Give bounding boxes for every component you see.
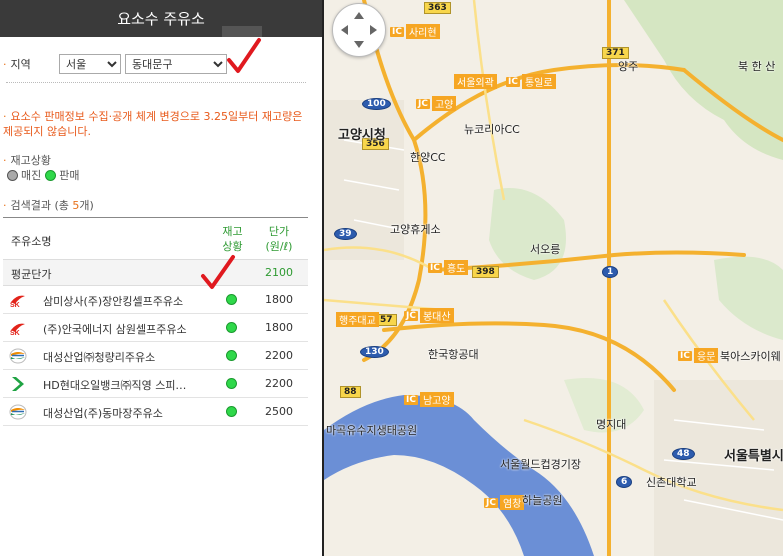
avg-label: 평균단가 [11, 268, 52, 281]
fuel-station-panel: 요소수 주유소 · 지역 서울 동대문구 · 요소수 판매정보 수집·공개 체계 변… [0, 0, 324, 556]
map-pan-control[interactable] [332, 3, 386, 57]
jc-eunpyeong: IC 응문 [678, 348, 719, 363]
panel-title: 요소수 주유소 [117, 10, 205, 28]
station-name[interactable]: HD현대오일뱅크㈜직영 스피… [43, 377, 203, 393]
route-57-shield: 57 [376, 314, 397, 326]
average-price-row: 평균단가 2100 [3, 260, 308, 286]
map-label-worldcup: 서울월드컵경기장 [500, 458, 581, 471]
region-filter: · 지역 서울 동대문구 [0, 53, 227, 75]
map-label-newkorea-cc: 뉴코리아CC [464, 123, 520, 136]
station-price: 2200 [265, 377, 293, 390]
result-count-label: · 검색결과 (총 5개) [3, 199, 94, 212]
onsale-status-icon [226, 406, 240, 420]
table-row[interactable]: 대성산업(주)동마장주유소 2500 [3, 398, 308, 426]
stock-legend: 매진 판매 [7, 167, 84, 183]
map-label-korea-aero: 한국항공대 [428, 348, 479, 361]
gs-logo-icon [9, 404, 27, 420]
jc-heungdo: IC 흥도 [428, 260, 469, 275]
panel-header-tab [222, 26, 262, 37]
legend-onsale: 판매 [59, 169, 80, 182]
route-100-shield: 100 [362, 98, 391, 110]
jc-bongdaesan: JC 봉대산 [404, 308, 454, 323]
table-row[interactable]: 대성산업㈜청량리주유소 2200 [3, 342, 308, 370]
table-row[interactable]: SK 삼미상사(주)장안킹셀프주유소 1800 [3, 286, 308, 314]
station-name[interactable]: 대성산업(주)동마장주유소 [43, 405, 203, 421]
onsale-dot-icon [45, 169, 57, 181]
checkmark-annotation [227, 38, 261, 73]
hd-logo-icon [9, 376, 27, 392]
station-price: 1800 [265, 321, 293, 334]
notice-text: · 요소수 판매정보 수집·공개 체계 변경으로 3.25일부터 재고량은 제공되… [3, 110, 303, 138]
map-label-bukahyeon: 북아스카이웨 [720, 350, 781, 363]
jc-namgoyang: IC 남고양 [404, 392, 454, 407]
map-label-haneul-park: 하늘공원 [522, 494, 563, 507]
route-130-shield: 130 [360, 346, 389, 358]
svg-text:SK: SK [10, 330, 20, 336]
map-label-hanyang-cc: 한양CC [410, 151, 446, 164]
jc-seoul-ok: 서울외곽 [454, 74, 497, 89]
map-label-sinchon-univ: 신촌대학교 [646, 476, 697, 489]
map-label-seoul-city: 서울특별시 [724, 449, 783, 464]
onsale-status-icon [226, 378, 240, 392]
sk-logo-icon: SK [9, 320, 27, 337]
map-label-yangju: 양주 [618, 60, 639, 73]
route-48-shield: 48 [672, 448, 695, 460]
city-select[interactable]: 서울 [59, 54, 121, 74]
stock-status-label: · 재고상황 [3, 154, 51, 167]
divider [6, 82, 306, 83]
district-select[interactable]: 동대문구 [125, 54, 227, 74]
table-row[interactable]: HD현대오일뱅크㈜직영 스피… 2200 [3, 370, 308, 398]
checkmark-annotation-2 [201, 255, 235, 289]
panel-header: 요소수 주유소 [0, 0, 322, 37]
legend-soldout: 매진 [21, 169, 42, 182]
sk-logo-icon: SK [9, 292, 27, 309]
station-name[interactable]: 대성산업㈜청량리주유소 [43, 349, 203, 365]
onsale-status-icon [226, 294, 240, 308]
map-label-bukhansan: 북 한 산 [738, 60, 776, 73]
table-header: 주유소명 재고 상황 단가 (원/ℓ) [3, 218, 308, 260]
route-88-shield: 88 [340, 386, 361, 398]
station-price: 1800 [265, 293, 293, 306]
jc-sariheon: IC 사리현 [390, 24, 440, 39]
col-name-header: 주유소명 [11, 235, 52, 248]
jc-tongilro: IC 통일로 [506, 74, 556, 89]
station-price: 2500 [265, 405, 293, 418]
station-table: 주유소명 재고 상황 단가 (원/ℓ) 평균단가 2100 SK 삼미상사(주)장안킹… [3, 217, 308, 426]
svg-text:SK: SK [10, 302, 20, 308]
col-price-header: 단가 (원/ℓ) [265, 225, 293, 253]
soldout-dot-icon [7, 169, 18, 181]
onsale-status-icon [226, 322, 240, 336]
jc-goyang: JC 고양 [416, 96, 457, 111]
station-name[interactable]: (주)안국에너지 삼원셀프주유소 [43, 321, 203, 337]
region-label: · 지역 [3, 58, 31, 71]
avg-price: 2100 [265, 266, 293, 279]
table-row[interactable]: SK (주)안국에너지 삼원셀프주유소 1800 [3, 314, 308, 342]
jc-haengju: 행주대교 [336, 312, 379, 327]
map-label-goyang-rest: 고양휴게소 [390, 223, 441, 236]
station-name[interactable]: 삼미상사(주)장안킹셀프주유소 [43, 293, 203, 309]
map-label-goyang-city: 고양시청 [338, 128, 386, 143]
station-price: 2200 [265, 349, 293, 362]
map-label-seooreung: 서오릉 [530, 243, 561, 256]
map-label-magok-park: 마곡유수지생태공원 [326, 424, 418, 437]
col-stock-header: 재고 상황 [222, 225, 243, 253]
onsale-status-icon [226, 350, 240, 364]
gs-logo-icon [9, 348, 27, 364]
map-view[interactable]: 363 371 100 356 39 398 1 57 130 88 48 6 … [324, 0, 783, 556]
map-label-myongji: 명지대 [596, 418, 627, 431]
jc-yeomchang: JC 염창 [484, 495, 525, 510]
route-39-shield: 39 [334, 228, 357, 240]
route-398-shield: 398 [472, 266, 499, 278]
route-363-shield: 363 [424, 2, 451, 14]
